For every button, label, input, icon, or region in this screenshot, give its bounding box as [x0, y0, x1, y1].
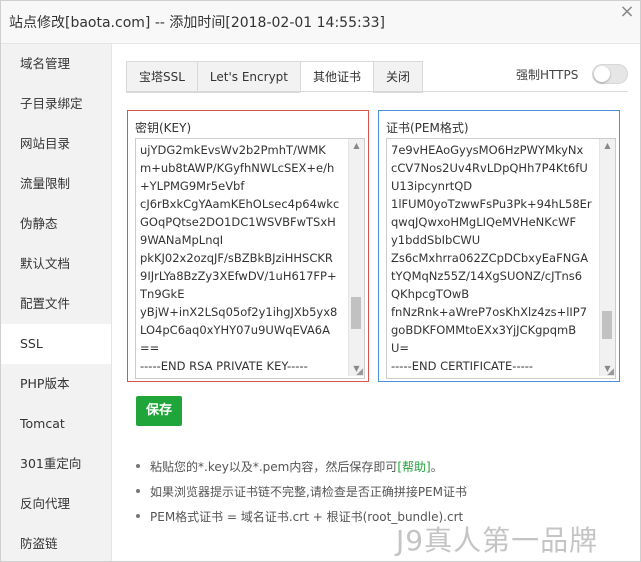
cert-box: 证书(PEM格式) 7e9vHEAoGyysMO6HzPWYMkyNx cCV7… [378, 110, 620, 382]
tip-end: 。 [430, 460, 443, 474]
toggle-knob [594, 66, 611, 82]
sidebar-item-redirect[interactable]: 301重定向 [1, 444, 111, 484]
sidebar-item-ssl[interactable]: SSL [1, 324, 111, 364]
sidebar-item-reverse-proxy[interactable]: 反向代理 [1, 484, 111, 524]
cert-label: 证书(PEM格式) [386, 121, 469, 135]
sidebar-item-subdir[interactable]: 子目录绑定 [1, 84, 111, 124]
tab-other-cert[interactable]: 其他证书 [300, 61, 374, 93]
bullet-icon [136, 463, 140, 468]
help-link[interactable]: [帮助] [397, 460, 430, 474]
tip-text: 粘贴您的*.key以及*.pem内容，然后保存即可 [150, 460, 398, 474]
scroll-thumb[interactable] [351, 297, 361, 329]
sidebar-item-domain[interactable]: 域名管理 [1, 44, 111, 84]
force-https-toggle[interactable] [592, 64, 629, 84]
key-scrollbar[interactable]: ▲ ▼ [348, 139, 364, 376]
tab-close[interactable]: 关闭 [373, 61, 424, 93]
force-https-control: 强制HTTPS [516, 64, 629, 84]
sidebar-item-hotlink[interactable]: 防盗链 [1, 524, 111, 561]
dialog-title: 站点修改[baota.com] -- 添加时间[2018-02-01 14:55… [9, 15, 385, 31]
sidebar-item-config[interactable]: 配置文件 [1, 284, 111, 324]
scroll-thumb[interactable] [602, 311, 612, 339]
list-item: 如果浏览器提示证书链不完整,请检查是否正确拼接PEM证书 [136, 483, 467, 508]
sidebar-item-traffic-limit[interactable]: 流量限制 [1, 164, 111, 204]
sidebar: 域名管理 子目录绑定 网站目录 流量限制 伪静态 默认文档 配置文件 SSL P… [1, 44, 112, 561]
key-label: 密钥(KEY) [135, 121, 192, 135]
tab-baota-ssl[interactable]: 宝塔SSL [126, 61, 197, 93]
sidebar-item-php-version[interactable]: PHP版本 [1, 364, 111, 404]
tab-lets-encrypt[interactable]: Let's Encrypt [196, 61, 300, 93]
tip-text: 如果浏览器提示证书链不完整,请检查是否正确拼接PEM证书 [150, 485, 467, 499]
tab-divider [126, 91, 628, 92]
sidebar-item-site-dir[interactable]: 网站目录 [1, 124, 111, 164]
cert-textarea[interactable]: 7e9vHEAoGyysMO6HzPWYMkyNx cCV7Nos2Uv4RvL… [386, 138, 616, 379]
cert-text: 7e9vHEAoGyysMO6HzPWYMkyNx cCV7Nos2Uv4RvL… [391, 143, 592, 373]
ssl-panel: 宝塔SSL Let's Encrypt 其他证书 关闭 强制HTTPS 密钥(K… [112, 44, 640, 561]
force-https-label: 强制HTTPS [516, 67, 579, 82]
close-icon[interactable]: × [616, 1, 638, 23]
sidebar-item-default-doc[interactable]: 默认文档 [1, 244, 111, 284]
resize-handle-icon[interactable]: ◢ [353, 367, 363, 377]
sidebar-item-rewrite[interactable]: 伪静态 [1, 204, 111, 244]
sidebar-item-tomcat[interactable]: Tomcat [1, 404, 111, 444]
key-textarea[interactable]: ujYDG2mkEvsWv2b2PmhT/WMK m+ub8tAWP/KGyfh… [135, 138, 365, 379]
dialog-titlebar: 站点修改[baota.com] -- 添加时间[2018-02-01 14:55… [1, 1, 640, 44]
watermark: J9真人第一品牌 [396, 524, 599, 557]
ssl-tabs: 宝塔SSL Let's Encrypt 其他证书 关闭 [126, 61, 424, 93]
key-text: ujYDG2mkEvsWv2b2PmhT/WMK m+ub8tAWP/KGyfh… [140, 143, 340, 373]
resize-handle-icon[interactable]: ◢ [604, 367, 614, 377]
list-item: 粘贴您的*.key以及*.pem内容，然后保存即可[帮助]。 [136, 458, 467, 483]
scroll-up-icon[interactable]: ▲ [349, 139, 364, 153]
bullet-icon [136, 488, 140, 493]
key-box: 密钥(KEY) ujYDG2mkEvsWv2b2PmhT/WMK m+ub8tA… [127, 110, 369, 382]
bullet-icon [136, 513, 140, 518]
cert-scrollbar[interactable]: ▲ ▼ [599, 139, 615, 376]
scroll-up-icon[interactable]: ▲ [600, 139, 615, 153]
save-button[interactable]: 保存 [136, 396, 182, 426]
site-edit-dialog: 站点修改[baota.com] -- 添加时间[2018-02-01 14:55… [0, 0, 641, 562]
